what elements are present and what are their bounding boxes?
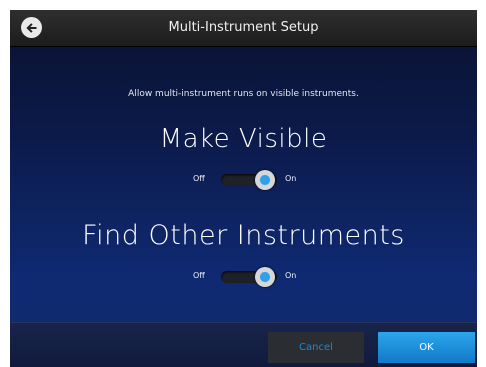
title-bar: Multi-Instrument Setup xyxy=(10,10,477,47)
page-title: Multi-Instrument Setup xyxy=(168,20,319,35)
find-other-instruments-toggle-row: Off On xyxy=(10,267,477,288)
cancel-button[interactable]: Cancel xyxy=(268,332,364,363)
description-text: Allow multi-instrument runs on visible i… xyxy=(128,89,359,99)
make-visible-heading: Make Visible xyxy=(159,124,328,154)
find-other-instruments-heading: Find Other Instruments xyxy=(82,220,405,251)
ok-button[interactable]: OK xyxy=(378,332,475,363)
make-visible-toggle-row: Off On xyxy=(10,170,477,191)
find-other-on-label: On xyxy=(285,271,297,280)
make-visible-toggle-knob[interactable] xyxy=(255,170,275,190)
find-other-instruments-toggle-knob[interactable] xyxy=(255,267,275,287)
make-visible-off-label: Off xyxy=(193,174,205,183)
find-other-off-label: Off xyxy=(193,271,205,280)
footer-bar: Cancel OK xyxy=(10,322,477,367)
screen: Multi-Instrument Setup Allow multi-instr… xyxy=(10,10,477,367)
make-visible-on-label: On xyxy=(285,174,297,183)
